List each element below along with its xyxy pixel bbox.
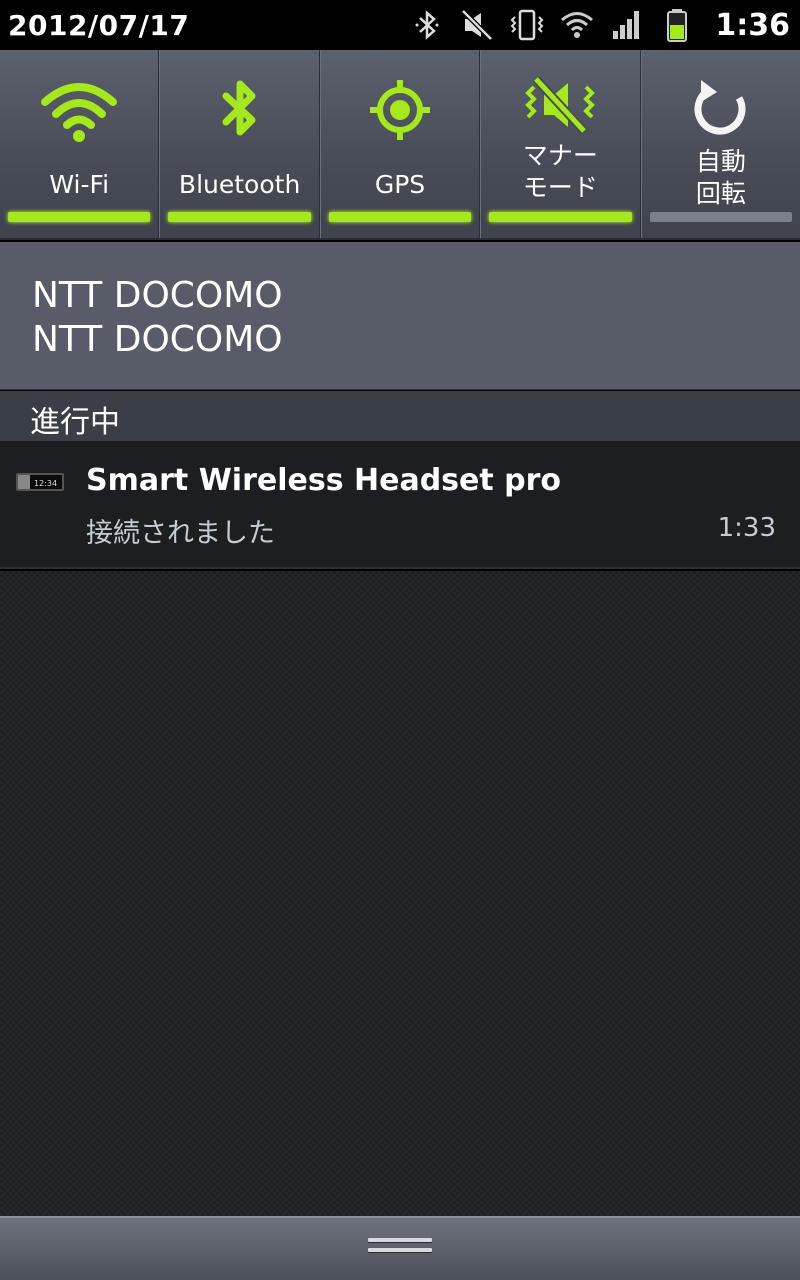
silent-mode-icon — [459, 7, 495, 43]
status-icons: 1:36 — [409, 7, 790, 43]
wifi-icon — [39, 78, 119, 142]
rotate-icon — [681, 80, 761, 140]
grip-icon — [368, 1238, 432, 1258]
toggle-label: 自動 回転 — [696, 146, 746, 210]
signal-icon — [609, 7, 645, 43]
vibrate-icon — [509, 7, 545, 43]
toggle-indicator — [649, 212, 793, 222]
status-date: 2012/07/17 — [8, 8, 190, 42]
battery-icon — [659, 7, 695, 43]
toggle-label-line2: モード — [522, 173, 598, 202]
toggle-label: マナー モード — [523, 140, 598, 204]
bluetooth-icon — [200, 78, 280, 142]
bluetooth-icon — [409, 7, 445, 43]
carrier-info: NTT DOCOMO NTT DOCOMO — [0, 242, 800, 390]
wifi-icon — [559, 7, 595, 43]
carrier-name-secondary: NTT DOCOMO — [32, 319, 283, 360]
toggle-label-line1: マナー — [522, 141, 598, 170]
toggle-indicator — [8, 212, 151, 222]
panel-drag-handle[interactable] — [0, 1216, 800, 1280]
toggle-label-line1: 自動 — [695, 147, 746, 176]
status-bar: 2012/07/17 1:36 — [0, 0, 800, 50]
notification-empty-area — [0, 571, 800, 1216]
section-header-ongoing: 進行中 — [0, 391, 800, 441]
toggle-silent-mode[interactable]: マナー モード — [480, 50, 641, 238]
headset-device-icon: 12:34 — [16, 473, 64, 491]
status-time: 1:36 — [715, 7, 790, 43]
quick-settings-panel: Wi-Fi Bluetooth GPS マナー モード 自動 回転 — [0, 50, 800, 240]
toggle-indicator — [168, 212, 311, 222]
toggle-bluetooth[interactable]: Bluetooth — [159, 50, 320, 238]
notification-item[interactable]: 12:34 Smart Wireless Headset pro 接続されました… — [0, 441, 800, 569]
toggle-label: Bluetooth — [178, 170, 301, 199]
notification-text: 接続されました — [86, 518, 275, 549]
svg-text:12:34: 12:34 — [34, 479, 57, 488]
toggle-indicator — [328, 212, 472, 222]
silent-vibrate-icon — [520, 75, 600, 135]
toggle-indicator — [489, 212, 632, 222]
notification-time: 1:33 — [717, 513, 776, 543]
notification-title: Smart Wireless Headset pro — [86, 463, 562, 498]
gps-icon — [360, 78, 440, 142]
toggle-label: Wi-Fi — [49, 170, 110, 199]
toggle-label-line2: 回転 — [695, 179, 746, 208]
toggle-auto-rotate[interactable]: 自動 回転 — [640, 50, 800, 238]
toggle-wifi[interactable]: Wi-Fi — [0, 50, 160, 238]
carrier-name: NTT DOCOMO — [32, 275, 283, 316]
toggle-label: GPS — [374, 170, 426, 199]
toggle-gps[interactable]: GPS — [319, 50, 481, 238]
